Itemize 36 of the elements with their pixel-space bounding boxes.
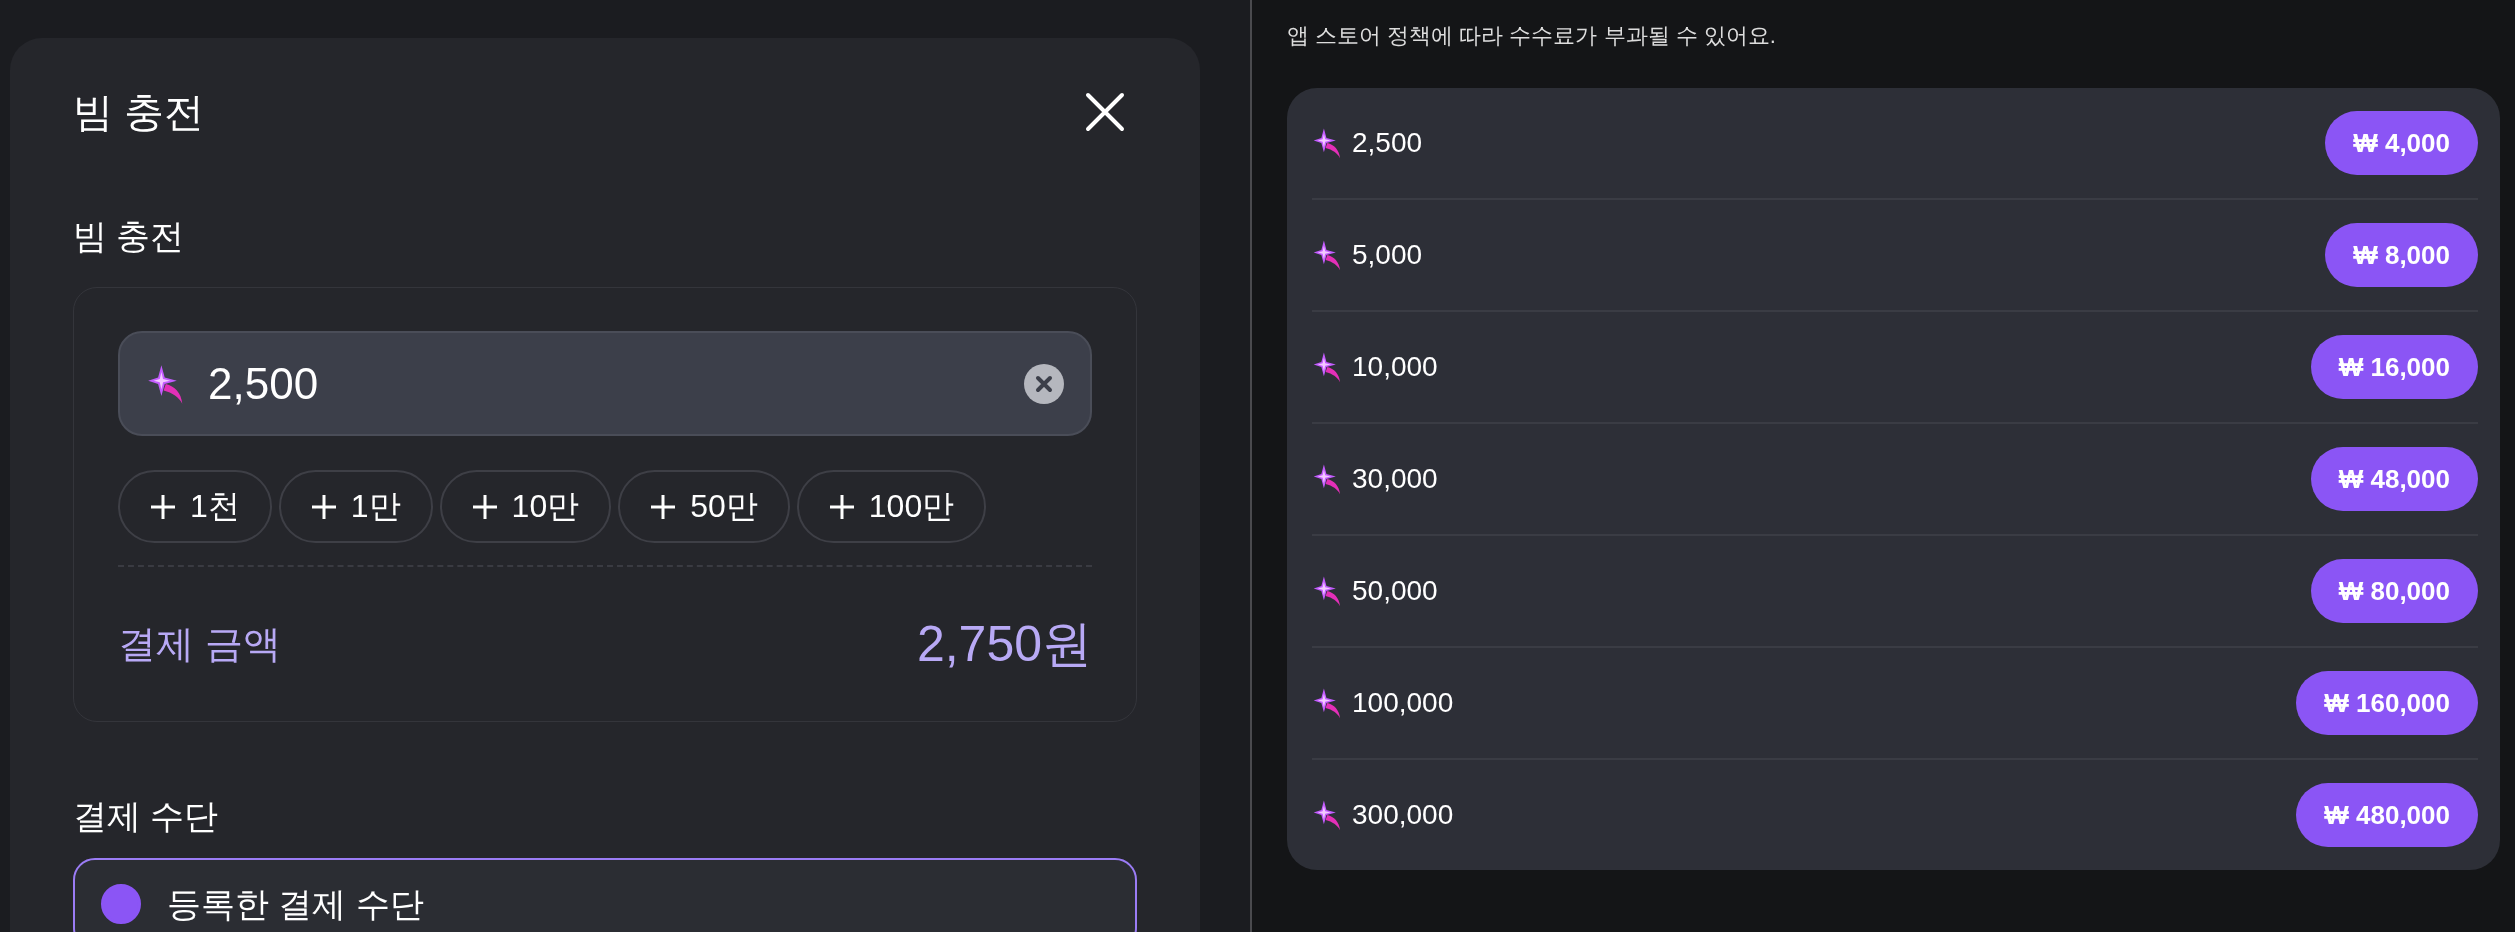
radio-button[interactable] (101, 884, 141, 924)
close-icon (1085, 92, 1125, 132)
package-amount: 2,500 (1352, 127, 1424, 159)
amount-input[interactable]: 2,500 (118, 331, 1092, 436)
plus-icon (150, 493, 176, 520)
plus-icon (471, 493, 498, 520)
price-button[interactable]: ₩ 48,000 (2310, 447, 2478, 511)
quick-add-chip[interactable]: 10만 (439, 470, 612, 543)
quick-add-chip[interactable]: 50만 (618, 470, 790, 543)
payment-method-option[interactable]: 등록한 결제 수단 (73, 858, 1137, 932)
package-amount: 300,000 (1352, 799, 1455, 831)
price-button[interactable]: ₩ 8,000 (2325, 223, 2478, 287)
quick-add-chip[interactable]: 1천 (118, 470, 272, 543)
price-button[interactable]: ₩ 80,000 (2310, 559, 2478, 623)
quick-add-chip[interactable]: 100만 (796, 470, 987, 543)
package-amount: 100,000 (1352, 687, 1455, 719)
payment-method-label: 등록한 결제 수단 (167, 884, 424, 925)
quick-add-chip[interactable]: 1만 (278, 470, 433, 543)
clear-icon[interactable] (1024, 363, 1064, 404)
package-amount: 50,000 (1352, 575, 1439, 607)
fee-notice: 앱 스토어 정책에 따라 수수료가 부과될 수 있어요. (1287, 22, 1777, 50)
section-label: 결제 수단 (73, 796, 220, 837)
payment-amount-label: 결제 금액 (118, 621, 281, 667)
plus-icon (650, 493, 677, 520)
section-label: 빔 충전 (73, 216, 186, 257)
price-button[interactable]: ₩ 16,000 (2310, 335, 2478, 399)
plus-icon (310, 493, 337, 520)
package-amount: 30,000 (1352, 463, 1439, 495)
price-button[interactable]: ₩ 160,000 (2296, 671, 2478, 735)
package-amount: 10,000 (1352, 351, 1439, 383)
payment-amount-value: 2,750원 (916, 614, 1092, 674)
price-button[interactable]: ₩ 4,000 (2325, 111, 2478, 175)
modal-title: 빔 충전 (73, 88, 205, 136)
price-button[interactable]: ₩ 480,000 (2296, 783, 2478, 847)
plus-icon (828, 493, 855, 520)
package-amount: 5,000 (1352, 239, 1424, 271)
